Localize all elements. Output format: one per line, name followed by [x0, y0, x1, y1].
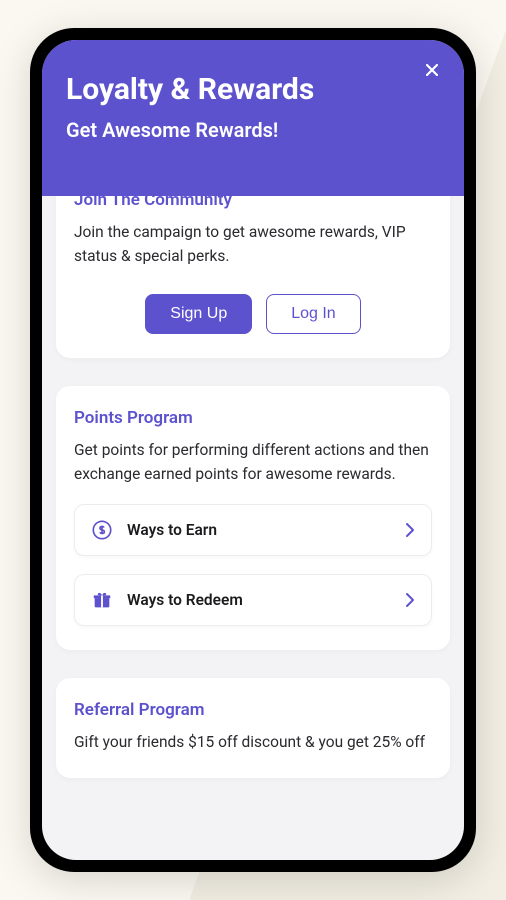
page-title: Loyalty & Rewards — [66, 72, 440, 108]
referral-desc: Gift your friends $15 off discount & you… — [74, 730, 432, 754]
ways-to-redeem-row[interactable]: Ways to Redeem — [74, 574, 432, 626]
join-desc: Join the campaign to get awesome rewards… — [74, 220, 432, 268]
signup-button[interactable]: Sign Up — [145, 294, 252, 334]
points-title: Points Program — [74, 408, 432, 428]
auth-button-row: Sign Up Log In — [74, 294, 432, 334]
ways-to-redeem-label: Ways to Redeem — [127, 591, 391, 609]
close-button[interactable] — [422, 60, 442, 80]
dollar-circle-icon — [91, 519, 113, 541]
header: Loyalty & Rewards Get Awesome Rewards! — [42, 40, 464, 196]
points-desc: Get points for performing different acti… — [74, 438, 432, 486]
close-icon — [426, 64, 438, 76]
ways-to-earn-row[interactable]: Ways to Earn — [74, 504, 432, 556]
login-button[interactable]: Log In — [266, 294, 360, 334]
join-card: Join The Community Join the campaign to … — [56, 168, 450, 358]
content-body: Join The Community Join the campaign to … — [42, 168, 464, 860]
referral-card: Referral Program Gift your friends $15 o… — [56, 678, 450, 778]
chevron-right-icon — [405, 522, 415, 538]
referral-title: Referral Program — [74, 700, 432, 720]
page-subtitle: Get Awesome Rewards! — [66, 118, 440, 142]
ways-to-earn-label: Ways to Earn — [127, 521, 391, 539]
chevron-right-icon — [405, 592, 415, 608]
gift-icon — [91, 589, 113, 611]
screen: Loyalty & Rewards Get Awesome Rewards! J… — [42, 40, 464, 860]
device-frame: Loyalty & Rewards Get Awesome Rewards! J… — [30, 28, 476, 872]
points-card: Points Program Get points for performing… — [56, 386, 450, 650]
